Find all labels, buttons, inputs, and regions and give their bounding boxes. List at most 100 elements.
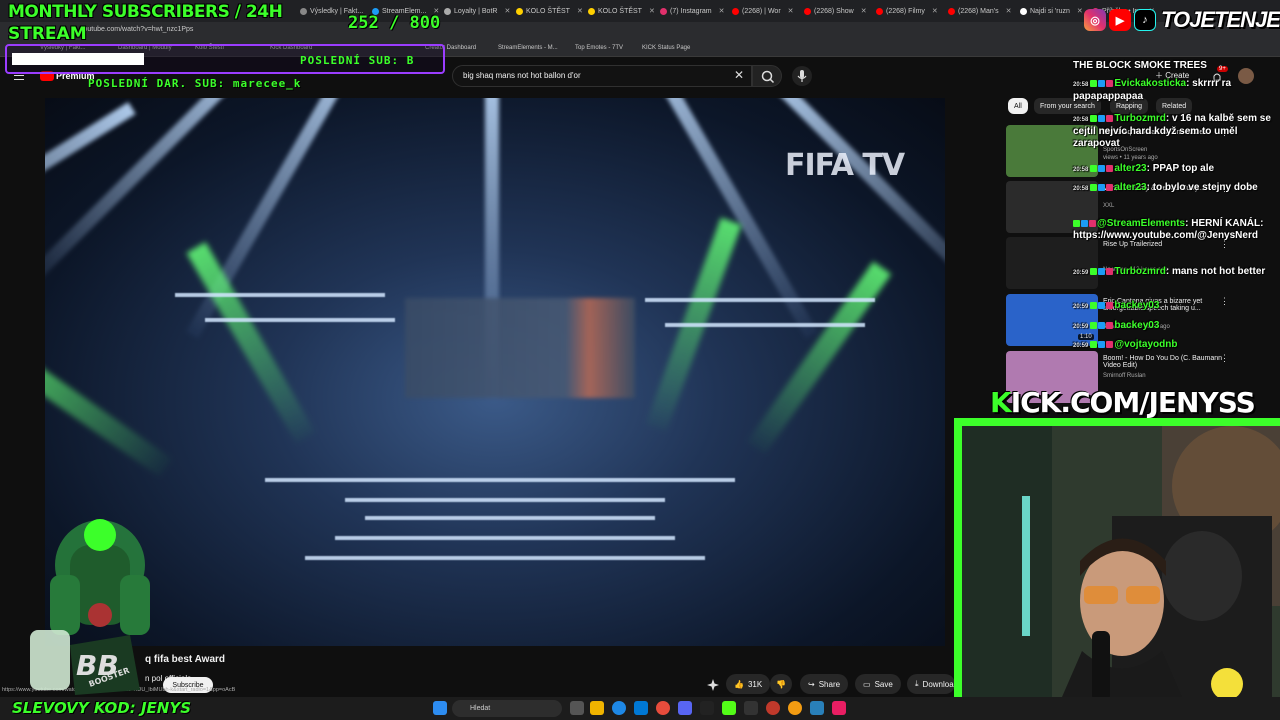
taskbar-search[interactable]: Hledat xyxy=(452,700,562,717)
chat-username: Turbozmrd xyxy=(1114,113,1166,124)
close-tab-icon[interactable]: ✕ xyxy=(719,7,725,15)
chat-badge-icon xyxy=(1106,321,1114,329)
close-tab-icon[interactable]: ✕ xyxy=(1006,7,1012,15)
tab-favicon-icon xyxy=(1020,7,1027,15)
app-icon[interactable] xyxy=(832,701,846,715)
more-options-icon[interactable]: ⋮ xyxy=(1220,353,1229,364)
browser-tab[interactable]: (2268) | Wor ✕ xyxy=(732,3,800,19)
task-view-icon[interactable] xyxy=(570,701,584,715)
share-icon: ↪ xyxy=(808,679,815,689)
chat-timestamp: 20:58 xyxy=(1073,167,1089,173)
tab-favicon-icon xyxy=(516,7,523,15)
windows-start-icon[interactable] xyxy=(433,701,447,715)
chat-badge-icon xyxy=(1098,321,1106,329)
related-video-channel[interactable]: Smirnoff Ruslan xyxy=(1103,373,1146,379)
chrome-icon[interactable] xyxy=(788,701,802,715)
app-icon[interactable] xyxy=(744,701,758,715)
sparkle-icon[interactable] xyxy=(706,678,720,692)
chat-badge-icon xyxy=(1098,114,1106,122)
close-tab-icon[interactable]: ✕ xyxy=(649,7,655,15)
thumbs-up-icon: 👍 xyxy=(734,679,744,689)
browser-tab[interactable]: (2268) Filmy ✕ xyxy=(876,3,944,19)
app-icon[interactable] xyxy=(700,701,714,715)
overlay-stream-label: STREAM xyxy=(8,24,87,44)
search-input-value[interactable]: big shaq mans not hot ballon d'or xyxy=(463,71,581,80)
filter-chip[interactable]: All xyxy=(1008,98,1028,114)
chat-badge-icon xyxy=(1090,114,1098,122)
tab-favicon-icon xyxy=(300,7,307,15)
overlay-sub-counter: 252 / 800 xyxy=(348,13,440,33)
chat-badge-icon xyxy=(1098,164,1106,172)
browser-tab[interactable]: (7) Instagram ✕ xyxy=(660,3,728,19)
related-video-thumbnail[interactable] xyxy=(1006,237,1098,289)
clear-search-icon[interactable]: ✕ xyxy=(734,68,744,82)
chrome-icon[interactable] xyxy=(656,701,670,715)
close-tab-icon[interactable]: ✕ xyxy=(1077,7,1083,15)
chat-timestamp: 20:58 xyxy=(1073,117,1089,123)
chat-timestamp: 20:59 xyxy=(1073,304,1089,310)
like-count: 31K xyxy=(747,679,763,689)
chat-message: @StreamElements: HERNÍ KANÁL: https://ww… xyxy=(1073,218,1273,242)
chat-badge-icon xyxy=(1098,79,1106,87)
video-watermark: FIFA TV xyxy=(785,148,905,183)
browser-tab[interactable]: KOLO ŠTĚST ✕ xyxy=(588,3,656,19)
mascot-image: BB BOOSTER xyxy=(30,505,170,697)
chat-timestamp: 20:59 xyxy=(1073,324,1089,330)
tab-label: Najdi si 'ruzn xyxy=(1030,7,1070,15)
overlay-handle: TOJETENJENYS xyxy=(1161,7,1280,32)
close-tab-icon[interactable]: ✕ xyxy=(861,7,867,15)
chat-badge-icon xyxy=(1098,340,1106,348)
bookmark-item[interactable]: StreamElements - M... xyxy=(498,45,558,51)
tab-label: KOLO ŠTĚST xyxy=(526,7,570,15)
close-tab-icon[interactable]: ✕ xyxy=(504,7,510,15)
chat-message: 20:59 backey03 xyxy=(1073,300,1273,313)
chat-message: 20:59 Turbozmrd: mans not hot better xyxy=(1073,266,1273,279)
led-bar xyxy=(335,536,675,540)
obs-icon[interactable] xyxy=(766,701,780,715)
chat-badge-icon xyxy=(1106,79,1114,87)
tab-favicon-icon xyxy=(588,7,595,15)
chat-timestamp: 20:59 xyxy=(1073,343,1089,349)
voice-search-button[interactable] xyxy=(792,66,812,86)
related-video-title[interactable]: Rise Up Trailerized xyxy=(1103,241,1223,248)
browser-tab[interactable]: (2268) Man's ✕ xyxy=(948,3,1016,19)
bookmark-item[interactable]: Top Emotes - 7TV xyxy=(575,45,623,51)
video-player[interactable]: FIFA TV xyxy=(45,98,945,646)
related-video-meta: views • 11 years ago xyxy=(1103,155,1158,161)
share-button[interactable]: ↪ Share xyxy=(800,674,849,694)
bookmark-item[interactable]: KICK Status Page xyxy=(642,45,690,51)
browser-tab[interactable]: (2268) Show ✕ xyxy=(804,3,872,19)
chat-message: 20:59 backey03 xyxy=(1073,320,1273,333)
chat-badge-icon xyxy=(1090,267,1098,275)
file-explorer-icon[interactable] xyxy=(590,701,604,715)
save-button[interactable]: ▭ Save xyxy=(855,674,901,694)
app-icon[interactable] xyxy=(810,701,824,715)
like-button[interactable]: 👍 31K xyxy=(726,674,771,694)
stage-screen xyxy=(405,298,635,398)
chat-username: backey03 xyxy=(1114,320,1160,331)
store-icon[interactable] xyxy=(634,701,648,715)
related-video-channel[interactable]: XXL xyxy=(1103,203,1114,209)
tab-label: (7) Instagram xyxy=(670,7,712,15)
download-button[interactable]: ⤓ Download xyxy=(907,674,955,694)
browser-tab[interactable]: KOLO ŠTĚST ✕ xyxy=(516,3,584,19)
edge-icon[interactable] xyxy=(612,701,626,715)
related-video-title[interactable]: Boom! - How Do You Do (C. Baumann Video … xyxy=(1103,355,1223,369)
chat-username: Evickakosticka xyxy=(1114,78,1187,89)
close-tab-icon[interactable]: ✕ xyxy=(788,7,794,15)
close-tab-icon[interactable]: ✕ xyxy=(932,7,938,15)
overlay-social-bar: ◎ ▶ ♪ TOJETENJENYS xyxy=(1084,5,1280,35)
browser-tab[interactable]: Najdi si 'ruzn ✕ xyxy=(1020,3,1088,19)
browser-tab[interactable]: Loyalty | BotR ✕ xyxy=(444,3,512,19)
close-tab-icon[interactable]: ✕ xyxy=(577,7,583,15)
chat-badge-icon xyxy=(1089,219,1096,227)
kick-icon[interactable] xyxy=(722,701,736,715)
dislike-button[interactable]: 👎 xyxy=(770,674,792,694)
chat-timestamp: 20:58 xyxy=(1073,186,1089,192)
chat-username: @vojtayodnb xyxy=(1114,339,1178,350)
search-button[interactable] xyxy=(752,65,782,87)
overlay-monthly-label: MONTHLY SUBSCRIBERS / 24H xyxy=(8,2,283,22)
url-text[interactable]: youtube.com/watch?v=hwt_nzc1Pps xyxy=(80,26,193,33)
chat-message: 20:58 Turbozmrd: v 16 na kalbě sem se cej… xyxy=(1073,113,1273,150)
discord-icon[interactable] xyxy=(678,701,692,715)
